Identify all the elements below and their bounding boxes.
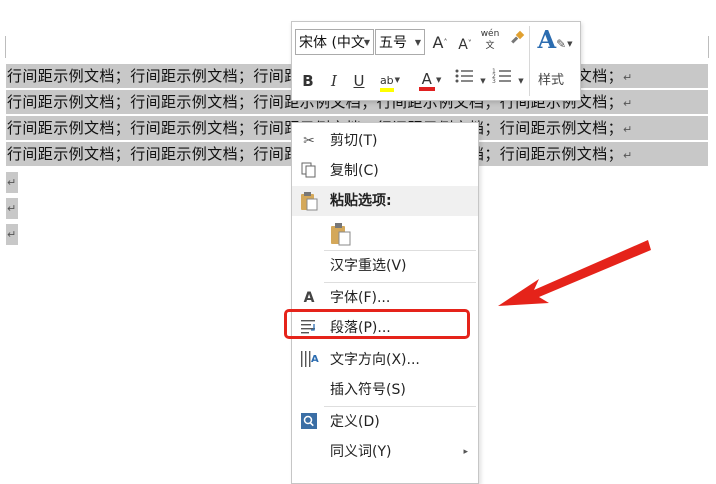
pointer-arrow xyxy=(498,240,651,306)
